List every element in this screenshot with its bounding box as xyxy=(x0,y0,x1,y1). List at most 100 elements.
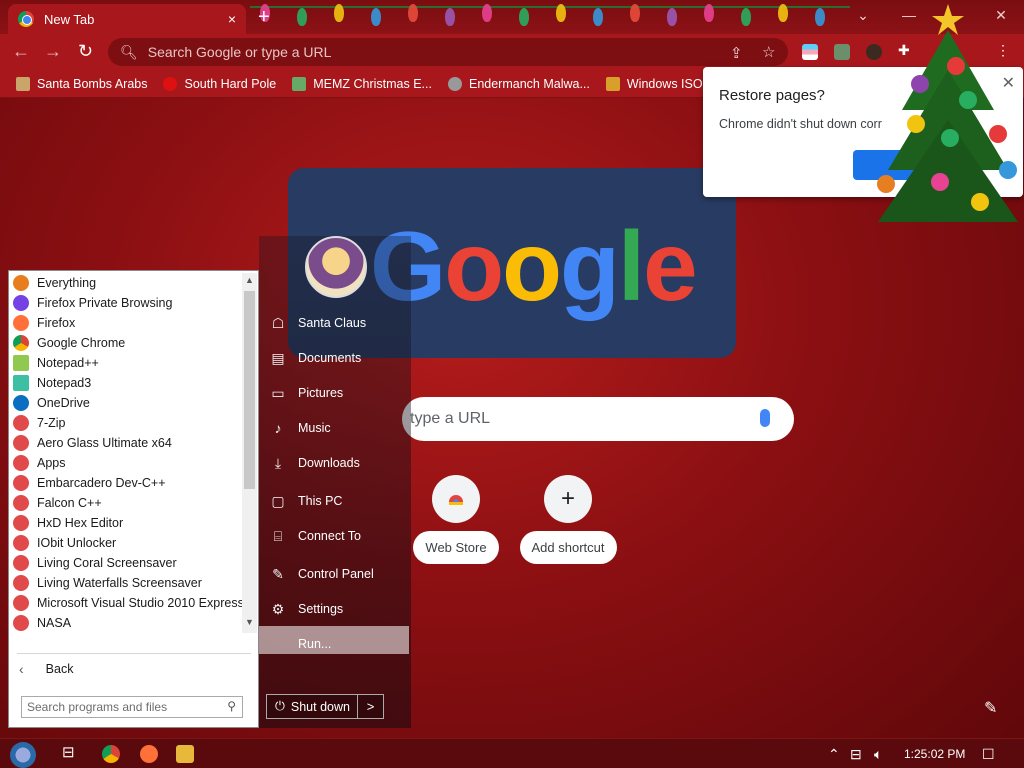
shortcut-add[interactable]: + Add shortcut xyxy=(516,475,620,565)
folder-icon xyxy=(13,415,29,431)
task-view-icon[interactable]: ⊟ xyxy=(62,743,80,761)
back-button[interactable]: ‹ Back xyxy=(19,661,73,677)
program-item[interactable]: Apps xyxy=(9,453,242,473)
bookmark-item[interactable]: Windows ISOs xyxy=(605,76,709,91)
program-item[interactable]: Notepad3 xyxy=(9,373,242,393)
volume-icon[interactable]: 🔈︎ xyxy=(874,746,882,763)
program-item[interactable]: Firefox xyxy=(9,313,242,333)
program-item[interactable]: Google Chrome xyxy=(9,333,242,353)
chrome-icon xyxy=(18,11,34,27)
folder-icon xyxy=(13,535,29,551)
folder-icon xyxy=(13,455,29,471)
firefox-taskbar-icon[interactable] xyxy=(140,745,158,763)
place-connect-to[interactable]: ⌸ Connect To xyxy=(269,525,361,547)
customize-pencil-icon[interactable]: ✎ xyxy=(984,698,997,718)
file-explorer-icon[interactable] xyxy=(176,745,194,763)
tab-new-tab[interactable]: New Tab × xyxy=(8,4,246,34)
program-item[interactable]: OneDrive xyxy=(9,393,242,413)
programs-scrollbar[interactable]: ▲ ▼ xyxy=(242,273,257,633)
folder-icon xyxy=(13,515,29,531)
program-item[interactable]: IObit Unlocker xyxy=(9,533,242,553)
light-bulb xyxy=(556,4,566,22)
light-bulb xyxy=(408,4,418,22)
everything-icon xyxy=(13,275,29,291)
music-icon: ♪ xyxy=(274,420,282,436)
shortcut-web-store[interactable]: Web Store xyxy=(404,475,508,565)
downloads-icon: ⤓ xyxy=(274,454,282,471)
light-bulb xyxy=(593,8,603,26)
program-item[interactable]: 7-Zip xyxy=(9,413,242,433)
bookmark-item[interactable]: South Hard Pole xyxy=(163,76,276,91)
place-music[interactable]: ♪ Music xyxy=(269,417,331,439)
web-store-icon xyxy=(432,475,480,523)
extension-s-icon[interactable] xyxy=(834,44,850,60)
shutdown-options-arrow[interactable]: > xyxy=(358,694,384,719)
start-orb-icon[interactable] xyxy=(10,742,36,768)
firefox-private-icon xyxy=(13,295,29,311)
star-icon[interactable]: ☆ xyxy=(762,43,775,61)
program-item[interactable]: Everything xyxy=(9,273,242,293)
light-bulb xyxy=(445,8,455,26)
bookmark-icon xyxy=(292,76,307,91)
search-icon: ⚲ xyxy=(227,699,236,713)
google-search-box[interactable]: type a URL xyxy=(402,397,794,441)
program-item[interactable]: Falcon C++ xyxy=(9,493,242,513)
program-item[interactable]: Notepad++ xyxy=(9,353,242,373)
search-icon: 🔍︎ xyxy=(120,43,138,60)
bookmark-icon xyxy=(163,76,178,91)
notifications-icon[interactable]: ☐ xyxy=(982,746,995,763)
tab-strip: New Tab × + ⌄ — ✕ xyxy=(0,0,1024,34)
program-item[interactable]: HxD Hex Editor xyxy=(9,513,242,533)
share-icon[interactable]: ⇪ xyxy=(730,44,743,62)
place-control-panel[interactable]: ✎ Control Panel xyxy=(269,563,374,585)
program-item[interactable]: Microsoft Visual Studio 2010 Express xyxy=(9,593,244,613)
new-tab-button[interactable]: + xyxy=(258,6,270,29)
program-item[interactable]: Aero Glass Ultimate x64 xyxy=(9,433,242,453)
start-search-input[interactable]: Search programs and files ⚲ xyxy=(21,696,243,718)
program-item[interactable]: NASA xyxy=(9,613,242,633)
bookmark-item[interactable]: Santa Bombs Arabs xyxy=(16,76,147,91)
gear-icon: ⚙ xyxy=(271,600,285,617)
place-settings[interactable]: ⚙ Settings xyxy=(269,598,343,620)
restore-title: Restore pages? xyxy=(719,87,825,104)
omnibox[interactable]: 🔍︎ Search Google or type a URL ⇪ ☆ xyxy=(108,38,788,66)
chrome-taskbar-icon[interactable] xyxy=(102,745,120,763)
microphone-icon[interactable] xyxy=(760,409,770,427)
program-item[interactable]: Living Coral Screensaver xyxy=(9,553,242,573)
start-menu-places-pane: ☖ Santa Claus ▤ Documents ▭ Pictures ♪ Music… xyxy=(259,236,411,728)
place-documents[interactable]: ▤ Documents xyxy=(269,347,361,369)
onedrive-icon xyxy=(13,395,29,411)
folder-icon xyxy=(13,495,29,511)
light-bulb xyxy=(778,4,788,22)
shutdown-button[interactable]: ⏻ Shut down xyxy=(266,694,358,719)
network-icon[interactable]: ⊟ xyxy=(850,746,862,763)
place-user-folder[interactable]: ☖ Santa Claus xyxy=(269,312,366,334)
program-item[interactable]: Embarcadero Dev-C++ xyxy=(9,473,242,493)
light-bulb xyxy=(815,8,825,26)
taskbar-clock[interactable]: 1:25:02 PM xyxy=(904,747,965,761)
scroll-down-icon[interactable]: ▼ xyxy=(242,617,257,631)
bookmark-item[interactable]: MEMZ Christmas E... xyxy=(292,76,432,91)
place-pictures[interactable]: ▭ Pictures xyxy=(269,382,343,404)
extension-flag-icon[interactable] xyxy=(802,44,818,60)
place-this-pc[interactable]: ▢ This PC xyxy=(269,490,342,512)
close-tab-icon[interactable]: × xyxy=(228,11,236,27)
forward-arrow-icon[interactable]: → xyxy=(44,41,62,62)
omnibox-placeholder: Search Google or type a URL xyxy=(147,44,332,60)
bookmark-icon xyxy=(605,76,620,91)
bookmark-item[interactable]: Endermanch Malwa... xyxy=(447,76,590,91)
restore-message: Chrome didn't shut down corr xyxy=(719,117,882,131)
place-downloads[interactable]: ⤓ Downloads xyxy=(269,452,360,474)
scroll-up-icon[interactable]: ▲ xyxy=(242,275,257,289)
light-bulb xyxy=(741,8,751,26)
place-run[interactable]: Run... xyxy=(269,633,331,655)
user-avatar[interactable] xyxy=(305,236,367,298)
scrollbar-thumb[interactable] xyxy=(244,291,255,489)
reload-icon[interactable]: ↻ xyxy=(78,41,93,62)
documents-icon: ▤ xyxy=(271,349,285,366)
program-item[interactable]: Living Waterfalls Screensaver xyxy=(9,573,242,593)
chevron-up-icon[interactable]: ⌃ xyxy=(828,746,840,763)
program-item[interactable]: Firefox Private Browsing xyxy=(9,293,242,313)
back-arrow-icon[interactable]: ← xyxy=(12,41,30,62)
google-logo: Google xyxy=(370,211,698,321)
